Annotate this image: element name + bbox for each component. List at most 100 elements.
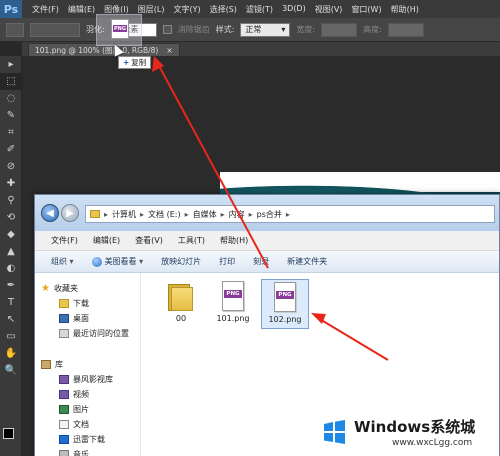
explorer-menu-tools[interactable]: 工具(T) [178, 235, 205, 246]
nav-item-downloads[interactable]: 下载 [35, 296, 140, 311]
file-item-folder-00[interactable]: 00 [157, 279, 205, 329]
ps-menu-type[interactable]: 文字(Y) [173, 4, 200, 15]
explorer-command-bar: 组织 美图看看 放映幻灯片 打印 刻录 新建文件夹 [35, 251, 499, 273]
explorer-menu-help[interactable]: 帮助(H) [220, 235, 248, 246]
foreground-color-swatch[interactable] [3, 428, 14, 439]
file-name: 00 [175, 314, 187, 323]
breadcrumb-documents-e[interactable]: 文档 (E:) [148, 209, 181, 220]
nav-item-baofeng-library[interactable]: 暴风影视库 [35, 372, 140, 387]
gallery-label: 美图看看 [105, 256, 144, 267]
height-label: 高度: [363, 25, 382, 34]
breadcrumb-separator: ▸ [184, 209, 189, 219]
pictures-icon [59, 405, 69, 414]
type-tool-icon[interactable]: T [0, 294, 22, 311]
library-icon [41, 360, 51, 369]
rectangular-marquee-tool-icon[interactable]: ⬚ [0, 73, 22, 90]
explorer-menubar: 文件(F) 编辑(E) 查看(V) 工具(T) 帮助(H) [35, 231, 499, 251]
explorer-address-bar: ◀ ▶ ▸ 计算机 ▸ 文档 (E:) ▸ 自媒体 ▸ 内容 ▸ ps合并 ▸ [35, 195, 499, 231]
breadcrumb-computer[interactable]: 计算机 [112, 209, 136, 220]
nav-favorites[interactable]: ★ 收藏夹 [35, 281, 140, 296]
healing-brush-tool-icon[interactable]: ⊘ [0, 158, 22, 175]
ps-menu-3d[interactable]: 3D(D) [282, 4, 306, 15]
copy-tooltip: + 复制 [118, 56, 152, 69]
ps-menu-layer[interactable]: 图层(L) [138, 4, 165, 15]
nav-item-label: 暴风影视库 [73, 375, 113, 384]
pen-tool-icon[interactable]: ✒ [0, 277, 22, 294]
folder-icon [90, 210, 100, 218]
nav-item-videos[interactable]: 视频 [35, 387, 140, 402]
videos-icon [59, 390, 69, 399]
quick-selection-tool-icon[interactable]: ✎ [0, 107, 22, 124]
burn-button[interactable]: 刻录 [253, 256, 269, 267]
breadcrumb-ps-hebing[interactable]: ps合并 [257, 209, 282, 220]
ps-menu-help[interactable]: 帮助(H) [391, 4, 419, 15]
lasso-tool-icon[interactable]: ◌ [0, 90, 22, 107]
nav-libraries[interactable]: 库 [35, 357, 140, 372]
nav-item-documents[interactable]: 文档 [35, 417, 140, 432]
nav-item-music[interactable]: 音乐 [35, 447, 140, 456]
style-select[interactable]: 正常 ▾ [240, 22, 291, 37]
ps-options-bar: 羽化: 0 像素 消除锯齿 样式: 正常▾ 宽度: 高度: [0, 18, 500, 42]
organize-button[interactable]: 组织 [51, 256, 74, 267]
ps-menu-window[interactable]: 窗口(W) [351, 4, 381, 15]
ps-menu-image[interactable]: 图像(I) [104, 4, 129, 15]
forward-arrow-icon[interactable]: ▶ [61, 204, 79, 222]
nav-item-desktop[interactable]: 桌面 [35, 311, 140, 326]
hand-tool-icon[interactable]: ✋ [0, 345, 22, 362]
gradient-tool-icon[interactable]: ▲ [0, 243, 22, 260]
ps-menu-edit[interactable]: 编辑(E) [68, 4, 95, 15]
ps-menu-select[interactable]: 选择(S) [210, 4, 237, 15]
nav-item-pictures[interactable]: 图片 [35, 402, 140, 417]
history-brush-tool-icon[interactable]: ⟲ [0, 209, 22, 226]
height-input[interactable] [387, 22, 424, 37]
explorer-menu-view[interactable]: 查看(V) [135, 235, 163, 246]
desktop-icon [59, 314, 69, 323]
move-tool-icon[interactable]: ▸ [0, 56, 22, 73]
file-item-101-png[interactable]: PNG 101.png [209, 279, 257, 329]
ps-menu-file[interactable]: 文件(F) [32, 4, 59, 15]
recent-places-icon [59, 329, 69, 338]
nav-item-label: 桌面 [73, 314, 89, 323]
back-arrow-icon[interactable]: ◀ [41, 204, 59, 222]
star-icon: ★ [41, 283, 50, 294]
dodge-tool-icon[interactable]: ◐ [0, 260, 22, 277]
nav-item-recent-places[interactable]: 最近访问的位置 [35, 326, 140, 341]
xunlei-download-icon [59, 435, 69, 444]
eraser-tool-icon[interactable]: ◆ [0, 226, 22, 243]
explorer-menu-edit[interactable]: 编辑(E) [93, 235, 120, 246]
plus-icon: + [123, 58, 130, 67]
gallery-button[interactable]: 美图看看 [91, 256, 144, 267]
path-selection-tool-icon[interactable]: ↖ [0, 311, 22, 328]
navigation-pane: ★ 收藏夹 下载 桌面 最近访问的位置 库 暴风影视库 视频 图片 文档 迅雷下载… [35, 273, 141, 456]
breadcrumb-separator: ▸ [104, 209, 109, 219]
clone-stamp-tool-icon[interactable]: ⚲ [0, 192, 22, 209]
width-label: 宽度: [296, 25, 316, 34]
brush-tool-icon[interactable]: ✚ [0, 175, 22, 192]
file-item-102-png[interactable]: PNG 102.png [261, 279, 309, 329]
copy-tooltip-label: 复制 [131, 58, 147, 67]
explorer-menu-file[interactable]: 文件(F) [51, 235, 78, 246]
crop-tool-icon[interactable]: ⌗ [0, 124, 22, 141]
new-folder-button[interactable]: 新建文件夹 [287, 256, 327, 267]
antialias-checkbox[interactable] [162, 25, 172, 34]
width-input[interactable] [321, 22, 358, 37]
close-icon[interactable]: × [166, 46, 172, 55]
slideshow-button[interactable]: 放映幻灯片 [161, 256, 201, 267]
nav-item-label: 图片 [73, 405, 89, 414]
eyedropper-tool-icon[interactable]: ✐ [0, 141, 22, 158]
print-button[interactable]: 打印 [219, 256, 235, 267]
nav-item-xunlei-downloads[interactable]: 迅雷下载 [35, 432, 140, 447]
windows-logo-icon [324, 420, 345, 444]
watermark-title: Windows系统城 [354, 418, 476, 436]
marquee-tool-preset[interactable] [6, 22, 24, 37]
breadcrumb-zimeiti[interactable]: 自媒体 [193, 209, 217, 220]
address-breadcrumb[interactable]: ▸ 计算机 ▸ 文档 (E:) ▸ 自媒体 ▸ 内容 ▸ ps合并 ▸ [85, 205, 495, 223]
zoom-tool-icon[interactable]: 🔍 [0, 362, 22, 379]
breadcrumb-neirong[interactable]: 内容 [229, 209, 245, 220]
chevron-down-icon: ▾ [281, 25, 286, 34]
shape-tool-icon[interactable]: ▭ [0, 328, 22, 345]
ps-menu-view[interactable]: 视图(V) [315, 4, 343, 15]
antialias-label: 消除锯齿 [177, 25, 210, 34]
selection-mode-buttons[interactable] [30, 22, 80, 37]
ps-menu-filter[interactable]: 滤镜(T) [246, 4, 273, 15]
